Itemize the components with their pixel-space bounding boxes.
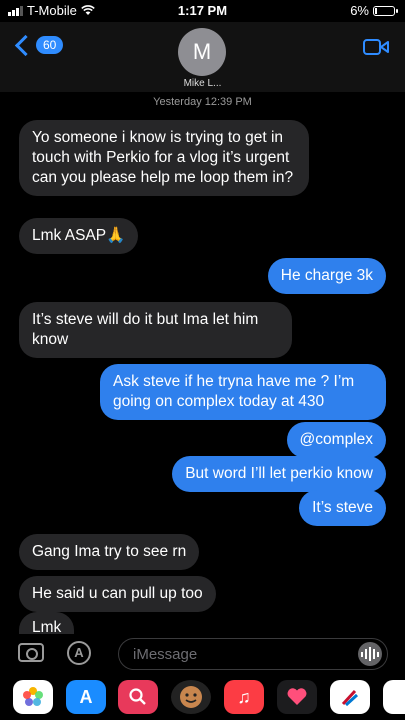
photos-app-icon[interactable] (13, 680, 53, 714)
message-field[interactable] (118, 638, 388, 670)
contact-name[interactable]: Mike L... (0, 78, 405, 89)
app-drawer: A ♫ (0, 678, 405, 720)
message-outgoing[interactable]: Ask steve if he tryna have me ? I’m goin… (100, 364, 386, 420)
message-outgoing[interactable]: It’s steve (299, 490, 386, 526)
clock: 1:17 PM (177, 3, 228, 18)
face-icon (180, 686, 202, 708)
app-store-button[interactable]: A (67, 641, 91, 665)
battery-icon (373, 5, 398, 16)
input-bar: A (0, 630, 405, 674)
back-button[interactable]: 60 (14, 34, 64, 56)
message-incoming[interactable]: Yo someone i know is trying to get in to… (19, 120, 309, 196)
battery-percent: 6% (350, 3, 369, 18)
message-outgoing[interactable]: @complex (286, 422, 386, 458)
video-call-icon[interactable] (363, 38, 389, 56)
images-search-icon[interactable] (118, 680, 158, 714)
avatar-initial: M (192, 39, 212, 64)
message-incoming[interactable]: He said u can pull up too (19, 576, 216, 612)
music-icon[interactable]: ♫ (224, 680, 264, 714)
airline-logo-icon (341, 689, 359, 707)
avatar[interactable]: M (178, 28, 226, 76)
audio-message-icon[interactable] (358, 642, 382, 666)
more-app-icon[interactable] (383, 680, 405, 714)
message-outgoing[interactable]: He charge 3k (267, 258, 386, 294)
unread-count-badge: 60 (36, 36, 64, 54)
conversation-header: 60 M Mike L... (0, 22, 405, 92)
memoji-icon[interactable] (171, 680, 211, 714)
digital-touch-icon[interactable] (277, 680, 317, 714)
camera-icon[interactable] (18, 643, 44, 662)
chevron-left-icon (14, 34, 37, 56)
message-incoming[interactable]: Gang Ima try to see rn (19, 534, 200, 570)
search-icon (129, 688, 146, 705)
status-bar: T-Mobile 1:17 PM 6% (0, 0, 405, 22)
timestamp: Yesterday 12:39 PM (153, 96, 252, 108)
heart-icon (287, 688, 307, 705)
airline-app-icon[interactable] (330, 680, 370, 714)
message-incoming[interactable]: It’s steve will do it but Ima let him kn… (19, 302, 292, 358)
message-incoming[interactable]: Lmk ASAP🙏 (19, 218, 139, 254)
app-store-icon[interactable]: A (66, 680, 106, 714)
photos-flower-icon (23, 687, 43, 706)
message-outgoing[interactable]: But word I’ll let perkio know (172, 456, 386, 492)
imessage-input[interactable] (131, 645, 345, 664)
